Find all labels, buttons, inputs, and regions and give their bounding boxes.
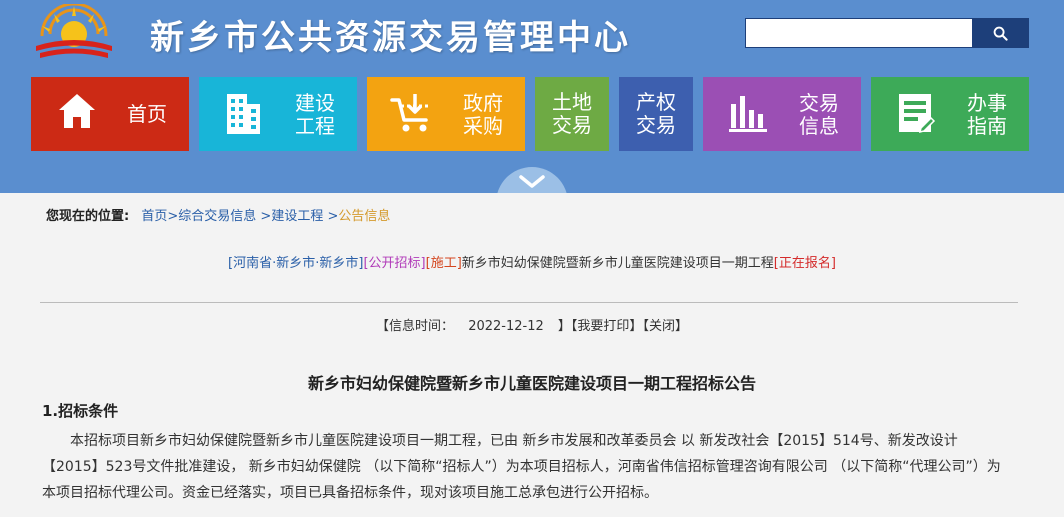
- nav-home[interactable]: 首页: [31, 77, 189, 151]
- home-icon: [59, 94, 95, 128]
- site-header: 新乡市公共资源交易管理中心 首页 建设 工程 政府 采购 土地 交易 产权 交易…: [0, 0, 1064, 193]
- nav-trading-info-line1: 交易: [799, 91, 839, 115]
- nav-trading-info-label: 交易 信息: [799, 92, 839, 138]
- nav-land[interactable]: 土地 交易: [535, 77, 609, 151]
- nav-construction-line2: 工程: [295, 114, 335, 138]
- info-time-prefix: 【信息时间：: [376, 319, 455, 334]
- nav-property-label: 产权 交易: [636, 91, 676, 137]
- nav-property[interactable]: 产权 交易: [619, 77, 693, 151]
- document-icon: [899, 94, 936, 134]
- region-tag: [河南省·新乡市·新乡市]: [228, 256, 364, 271]
- nav-construction-label: 建设 工程: [295, 92, 335, 138]
- nav-land-label: 土地 交易: [552, 91, 592, 137]
- breadcrumb-separator: >: [327, 209, 339, 224]
- nav-property-line2: 交易: [636, 113, 676, 137]
- bar-chart-icon: [729, 96, 767, 132]
- nav-guide-label: 办事 指南: [967, 92, 1007, 138]
- breadcrumb-separator: >: [167, 209, 179, 224]
- section-heading: 1.招标条件: [42, 402, 119, 420]
- stage-tag: [施工]: [425, 256, 462, 271]
- section-body: 本招标项目新乡市妇幼保健院暨新乡市儿童医院建设项目一期工程，已由 新乡市发展和改…: [42, 433, 1001, 501]
- chevron-down-icon: [519, 175, 545, 188]
- notice-title-line: [河南省·新乡市·新乡市][公开招标][施工]新乡市妇幼保健院暨新乡市儿童医院建…: [0, 252, 1064, 271]
- divider: [40, 302, 1018, 303]
- nav-trading-info[interactable]: 交易 信息: [703, 77, 861, 151]
- breadcrumb-construction[interactable]: 建设工程: [271, 209, 323, 224]
- search-box: [745, 18, 1029, 48]
- collapse-toggle[interactable]: [496, 167, 568, 193]
- nav-guide-line1: 办事: [967, 91, 1007, 115]
- nav-procurement-line2: 采购: [463, 114, 503, 138]
- breadcrumb-label: 您现在的位置:: [46, 209, 130, 224]
- print-link[interactable]: 【我要打印】: [571, 319, 643, 334]
- cart-icon: [390, 94, 428, 132]
- info-date: 2022-12-12: [468, 319, 544, 334]
- info-line: 【信息时间： 2022-12-12 】【我要打印】【关闭】: [0, 315, 1064, 334]
- article-title: 新乡市妇幼保健院暨新乡市儿童医院建设项目一期工程招标公告: [307, 374, 756, 393]
- info-time-suffix: 】: [557, 319, 571, 334]
- breadcrumb-comprehensive-info[interactable]: 综合交易信息: [178, 209, 256, 224]
- nav-land-line2: 交易: [552, 113, 592, 137]
- nav-procurement-line1: 政府: [463, 91, 503, 115]
- breadcrumb: 您现在的位置: 首页>综合交易信息 >建设工程 >公告信息: [46, 205, 390, 224]
- site-title: 新乡市公共资源交易管理中心: [150, 18, 631, 58]
- nav-home-label: 首页: [127, 102, 167, 126]
- breadcrumb-current[interactable]: 公告信息: [338, 209, 390, 224]
- type-tag: [公开招标]: [363, 256, 426, 271]
- breadcrumb-home[interactable]: 首页: [141, 209, 167, 224]
- search-icon: [993, 26, 1008, 41]
- project-name: 新乡市妇幼保健院暨新乡市儿童医院建设项目一期工程: [461, 256, 774, 271]
- nav-property-line1: 产权: [636, 90, 676, 114]
- nav-guide-line2: 指南: [967, 114, 1007, 138]
- status-tag: [正在报名]: [773, 256, 836, 271]
- nav-construction-line1: 建设: [295, 91, 335, 115]
- nav-procurement-label: 政府 采购: [463, 92, 503, 138]
- building-icon: [227, 94, 260, 134]
- search-input[interactable]: [746, 19, 972, 47]
- nav-land-line1: 土地: [552, 90, 592, 114]
- close-link[interactable]: 【关闭】: [642, 319, 688, 334]
- nav-construction[interactable]: 建设 工程: [199, 77, 357, 151]
- nav-procurement[interactable]: 政府 采购: [367, 77, 525, 151]
- search-button[interactable]: [972, 19, 1029, 47]
- breadcrumb-separator: >: [260, 209, 272, 224]
- emblem-logo-icon: [36, 4, 112, 58]
- nav-trading-info-line2: 信息: [799, 114, 839, 138]
- nav-guide[interactable]: 办事 指南: [871, 77, 1029, 151]
